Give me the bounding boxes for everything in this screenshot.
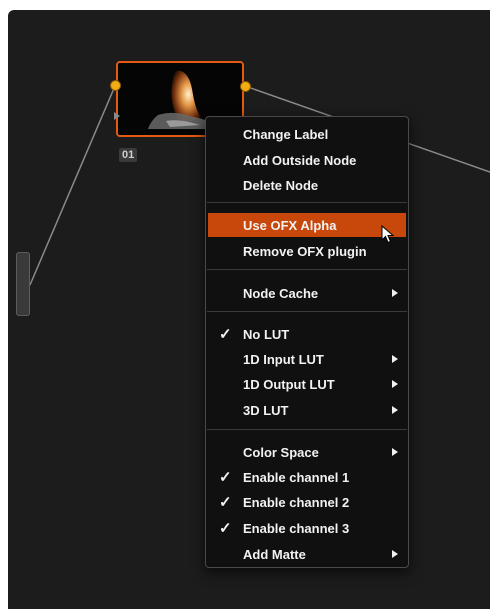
menu-item-label: Add Matte [243, 547, 306, 562]
input-wire [29, 85, 116, 286]
menu-item-use-ofx-alpha[interactable]: Use OFX Alpha [208, 213, 406, 237]
node-context-menu: Change Label Add Outside Node Delete Nod… [205, 116, 409, 568]
mouse-pointer-icon [381, 225, 395, 244]
menu-item-label: 1D Input LUT [243, 352, 324, 367]
node-label: 01 [119, 148, 138, 162]
menu-item-enable-channel-2[interactable]: ✓ Enable channel 2 [208, 490, 406, 514]
menu-item-label: Enable channel 2 [243, 495, 350, 510]
menu-item-color-space[interactable]: Color Space [208, 440, 406, 464]
menu-item-label: 1D Output LUT [243, 377, 335, 392]
menu-item-node-cache[interactable]: Node Cache [208, 281, 406, 305]
menu-item-label: Delete Node [243, 178, 319, 193]
menu-separator [207, 269, 407, 270]
menu-item-label: Change Label [243, 127, 329, 142]
checkmark-icon: ✓ [219, 520, 232, 537]
menu-item-1d-input-lut[interactable]: 1D Input LUT [208, 347, 406, 371]
menu-separator [207, 311, 407, 312]
menu-item-label: 3D LUT [243, 403, 289, 418]
menu-item-label: Enable channel 1 [243, 470, 350, 485]
checkmark-icon: ✓ [219, 494, 232, 511]
menu-item-enable-channel-1[interactable]: ✓ Enable channel 1 [208, 465, 406, 489]
source-input-port[interactable] [16, 252, 30, 316]
submenu-arrow-icon [392, 289, 398, 297]
submenu-arrow-icon [392, 448, 398, 456]
menu-separator [207, 429, 407, 430]
menu-item-label: Color Space [243, 445, 319, 460]
menu-item-label: Enable channel 3 [243, 521, 350, 536]
node-output-port[interactable] [240, 81, 251, 92]
submenu-arrow-icon [392, 355, 398, 363]
submenu-arrow-icon [392, 406, 398, 414]
submenu-arrow-icon [392, 550, 398, 558]
menu-item-label: Node Cache [243, 286, 319, 301]
menu-item-3d-lut[interactable]: 3D LUT [208, 398, 406, 422]
menu-item-change-label[interactable]: Change Label [208, 122, 406, 146]
menu-item-1d-output-lut[interactable]: 1D Output LUT [208, 372, 406, 396]
menu-item-label: No LUT [243, 327, 290, 342]
menu-item-add-outside-node[interactable]: Add Outside Node [208, 148, 406, 172]
checkmark-icon: ✓ [219, 469, 232, 486]
menu-item-label: Remove OFX plugin [243, 244, 367, 259]
menu-item-label: Add Outside Node [243, 153, 357, 168]
menu-item-remove-ofx-plugin[interactable]: Remove OFX plugin [208, 239, 406, 263]
menu-item-label: Use OFX Alpha [243, 218, 337, 233]
node-input-arrow-icon [114, 112, 120, 120]
checkmark-icon: ✓ [219, 326, 232, 343]
menu-item-enable-channel-3[interactable]: ✓ Enable channel 3 [208, 516, 406, 540]
submenu-arrow-icon [392, 380, 398, 388]
menu-separator [207, 202, 407, 203]
node-input-port[interactable] [110, 80, 121, 91]
menu-item-no-lut[interactable]: ✓ No LUT [208, 322, 406, 346]
menu-item-delete-node[interactable]: Delete Node [208, 173, 406, 197]
menu-item-add-matte[interactable]: Add Matte [208, 542, 406, 566]
